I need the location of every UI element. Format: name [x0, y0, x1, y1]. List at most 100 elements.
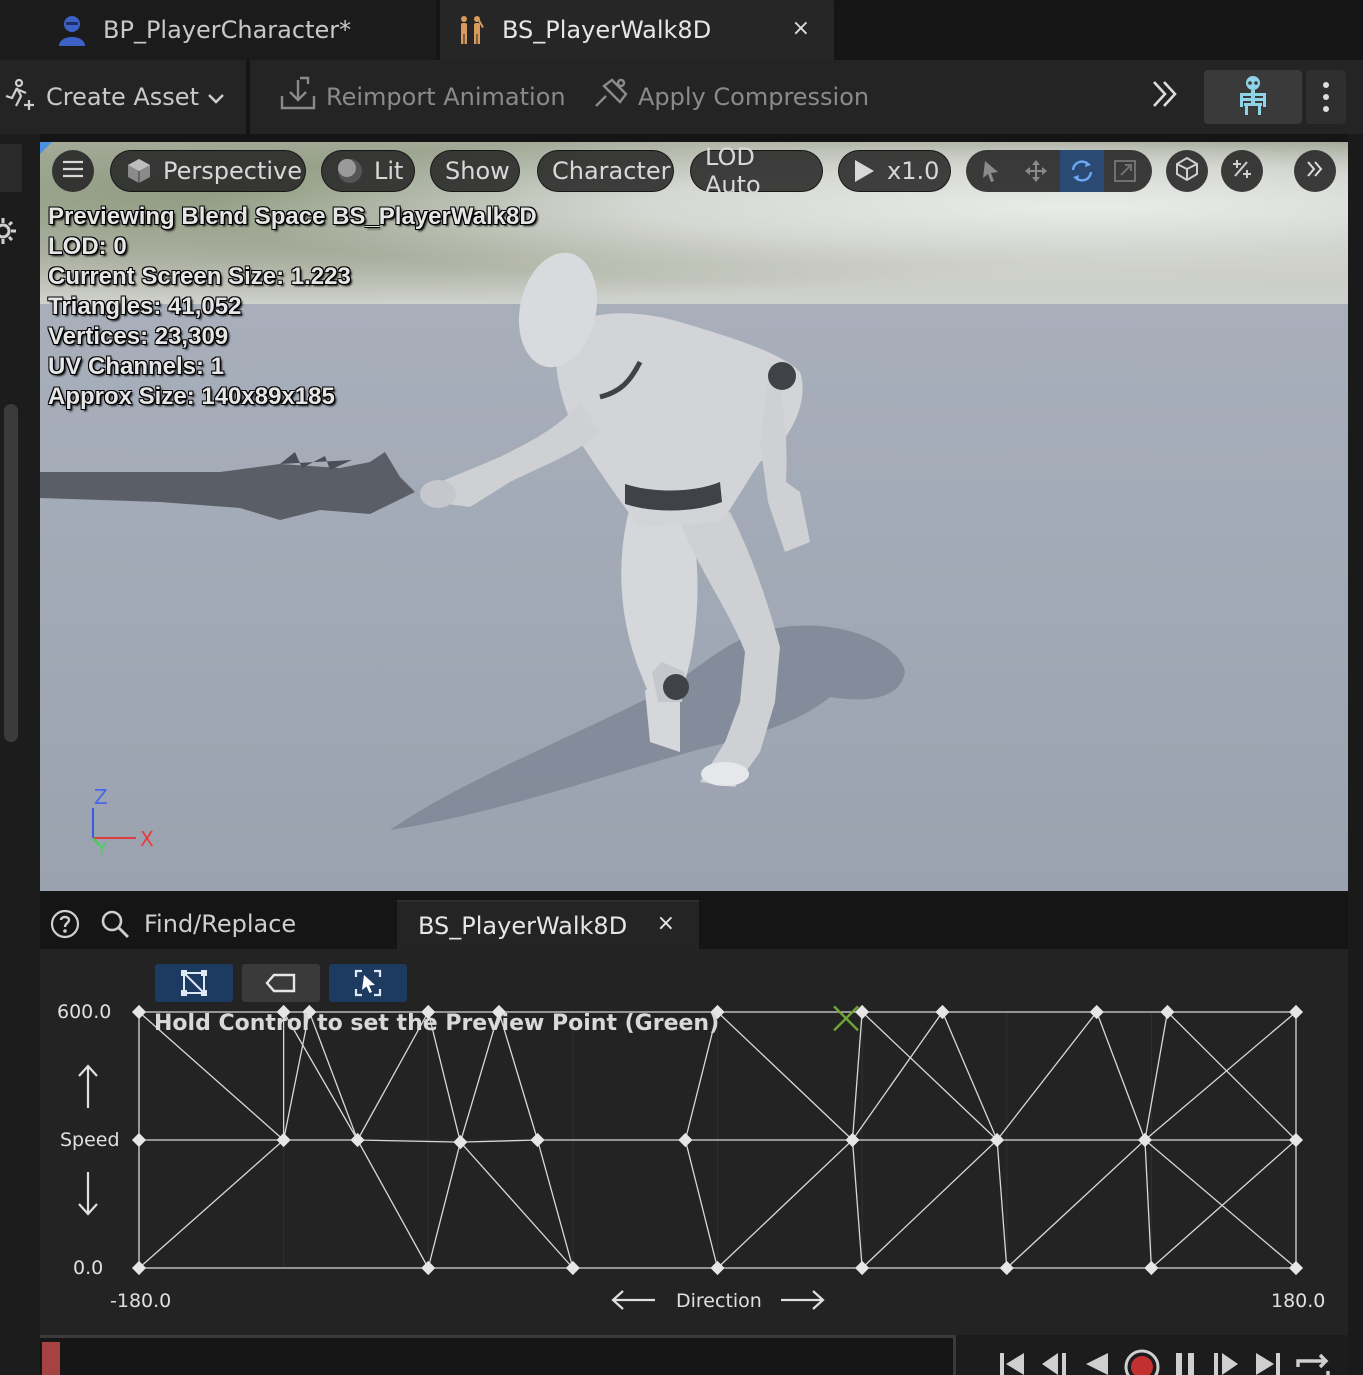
toolbar-overflow-button[interactable]	[1148, 60, 1182, 134]
stats-line: Triangles: 41,052	[48, 293, 242, 320]
show-label: Show	[445, 157, 510, 185]
stats-line: UV Channels: 1	[48, 353, 225, 380]
document-tab-bar: BP_PlayerCharacter* BS_PlayerWalk8D ×	[0, 0, 1363, 60]
blend-sample-point[interactable]	[1089, 1004, 1104, 1020]
blend-sample-point[interactable]	[530, 1132, 545, 1148]
search-icon	[100, 909, 130, 939]
apply-compression-label: Apply Compression	[638, 83, 870, 111]
character-button[interactable]: Character	[537, 150, 674, 192]
vertical-scrollbar[interactable]	[4, 404, 18, 742]
arrow-left-icon	[610, 1289, 656, 1315]
preview-viewport[interactable]: Perspective Lit Show Character LOD Auto …	[40, 142, 1348, 891]
pause-icon[interactable]	[1170, 1347, 1202, 1375]
record-icon[interactable]	[1122, 1347, 1162, 1375]
left-side-strip	[0, 134, 40, 1375]
viewport-menu-button[interactable]	[52, 150, 94, 192]
active-viewport-marker	[40, 142, 52, 154]
blend-space-tab-label: BS_PlayerWalk8D	[418, 911, 628, 940]
tab-bp-playercharacter[interactable]: BP_PlayerCharacter*	[0, 0, 436, 60]
stats-line: Previewing Blend Space BS_PlayerWalk8D	[48, 203, 537, 230]
camera-speed-button[interactable]	[1166, 150, 1208, 192]
tab-label: BS_PlayerWalk8D	[502, 16, 712, 44]
blend-space-icon	[454, 13, 488, 47]
more-options-icon[interactable]	[1306, 70, 1346, 124]
step-back-icon[interactable]	[1036, 1347, 1072, 1375]
viewport-overflow-button[interactable]	[1294, 150, 1336, 192]
reimport-label: Reimport Animation	[326, 83, 566, 111]
rotate-icon[interactable]	[1060, 150, 1104, 192]
axis-y-label: Y	[97, 839, 107, 858]
create-asset-button[interactable]: Create Asset	[2, 60, 225, 134]
find-replace-tab[interactable]: Find/Replace	[100, 899, 296, 949]
tab-bs-playerwalk8d[interactable]: BS_PlayerWalk8D ×	[440, 0, 834, 60]
gear-icon[interactable]	[0, 216, 18, 250]
close-tab-icon[interactable]: ×	[657, 911, 675, 936]
blend-sample-point[interactable]	[678, 1132, 693, 1148]
perspective-button[interactable]: Perspective	[110, 150, 306, 192]
stats-line: Vertices: 23,309	[48, 323, 229, 350]
blend-sample-point[interactable]	[131, 1132, 147, 1148]
x-axis-label: Direction	[676, 1290, 762, 1312]
perspective-label: Perspective	[163, 157, 302, 185]
character-label: Character	[552, 157, 671, 185]
triangulation-edge	[851, 1011, 863, 1141]
side-panel-tab[interactable]	[0, 144, 22, 192]
preview-point-marker[interactable]	[833, 1005, 859, 1032]
triangulation-edge	[717, 1011, 853, 1141]
apply-compression-button[interactable]: Apply Compression	[590, 60, 869, 134]
skip-to-start-icon[interactable]	[996, 1347, 1028, 1375]
transform-tools-group	[966, 150, 1152, 192]
snap-settings-button[interactable]	[1221, 150, 1263, 192]
triangulation-edge	[138, 1139, 285, 1269]
triangulation-edge	[996, 1011, 1098, 1141]
snap-icon	[1229, 156, 1255, 186]
blend-sample-point[interactable]	[350, 1132, 365, 1148]
lod-label: LOD Auto	[705, 143, 761, 199]
playhead-marker[interactable]	[42, 1342, 60, 1375]
compression-icon	[590, 76, 630, 118]
playback-speed-button[interactable]: x1.0	[838, 150, 951, 192]
arrow-right-icon	[780, 1289, 826, 1315]
skeleton-mode-button[interactable]	[1204, 70, 1302, 124]
cube-icon	[125, 157, 153, 185]
reimport-animation-button[interactable]: Reimport Animation	[278, 60, 566, 134]
create-asset-label: Create Asset	[46, 83, 199, 111]
local-space-icon	[1174, 156, 1200, 186]
x-axis-min-label: -180.0	[110, 1290, 172, 1312]
tab-blend-space-editor[interactable]: BS_PlayerWalk8D ×	[397, 900, 699, 949]
animation-timeline[interactable]	[40, 1335, 956, 1375]
help-icon[interactable]	[50, 909, 80, 943]
blend-sample-point[interactable]	[421, 1260, 436, 1276]
skeleton-icon	[1236, 75, 1270, 119]
show-button[interactable]: Show	[430, 150, 520, 192]
play-reverse-icon[interactable]	[1080, 1347, 1114, 1375]
axis-x-label: X	[140, 827, 154, 851]
loop-icon[interactable]	[1292, 1347, 1332, 1375]
move-icon[interactable]	[1023, 158, 1049, 188]
triangulation-edge	[1144, 1011, 1297, 1141]
blend-sample-point[interactable]	[935, 1004, 950, 1020]
lower-panel: Find/Replace BS_PlayerWalk8D × Hold Cont…	[40, 891, 1348, 1375]
stats-line: Approx Size: 140x89x185	[48, 383, 335, 410]
x-axis-max-label: 180.0	[1271, 1290, 1326, 1312]
transport-controls	[996, 1347, 1348, 1375]
triangulation-edge	[684, 1139, 719, 1269]
lit-label: Lit	[374, 157, 404, 185]
blend-space-editor[interactable]: Hold Control to set the Preview Point (G…	[40, 949, 1348, 1335]
select-arrow-icon[interactable]	[978, 158, 1004, 188]
close-tab-icon[interactable]: ×	[792, 16, 810, 41]
triangulation-edge	[1144, 1139, 1153, 1269]
create-asset-icon	[2, 76, 38, 118]
scale-icon[interactable]	[1112, 158, 1138, 188]
blend-space-grid[interactable]	[40, 949, 1348, 1335]
step-forward-icon[interactable]	[1210, 1347, 1244, 1375]
triangulation-edge	[717, 1139, 853, 1269]
find-replace-label: Find/Replace	[144, 910, 297, 938]
chevron-down-icon	[207, 83, 225, 111]
play-icon	[853, 159, 875, 183]
triangulation-edge	[941, 1011, 998, 1141]
lod-button[interactable]: LOD Auto	[690, 143, 823, 199]
lit-mode-button[interactable]: Lit	[321, 150, 415, 192]
skip-to-end-icon[interactable]	[1252, 1347, 1284, 1375]
play-rate-label: x1.0	[887, 157, 940, 185]
